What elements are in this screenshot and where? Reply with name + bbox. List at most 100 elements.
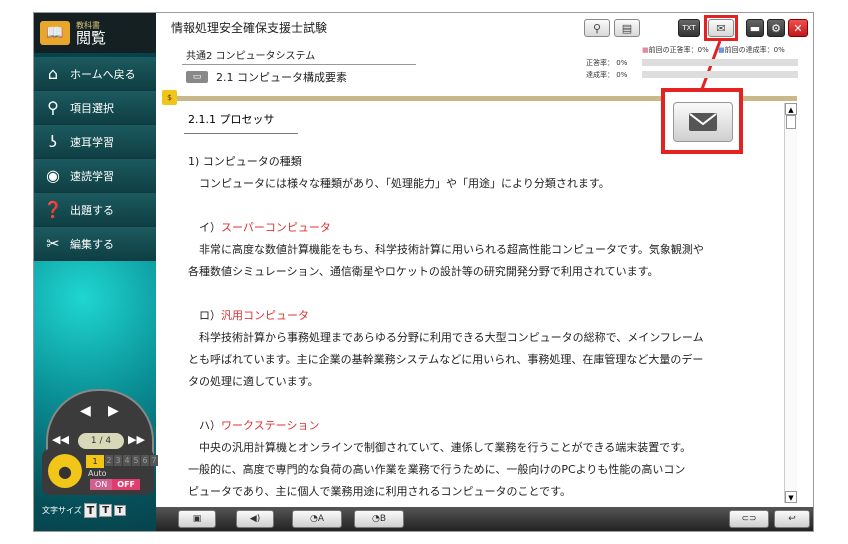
audio-panel: ● 1 2 3 4 5 6 7 Auto ON OFF: [42, 449, 158, 495]
text-line: タの処理に適しています。: [188, 375, 319, 388]
term-b: ロ）汎用コンピュータ: [188, 309, 309, 322]
nav-quiz[interactable]: ❓ 出題する: [34, 193, 156, 227]
txt-icon: TXT: [682, 24, 696, 32]
scroll-thumb[interactable]: [786, 115, 796, 129]
nav-list: ⌂ ホームへ戻る ⚲ 項目選択 ʖ 速耳学習 ◉ 速読学習 ❓ 出題する ✂ 編…: [34, 57, 156, 261]
scroll-up-icon[interactable]: ▲: [785, 103, 797, 115]
nav-label: 出題する: [70, 203, 114, 217]
voice-b-button[interactable]: ◔ B: [354, 510, 404, 528]
text-line: 非常に高度な数値計算機能をもち、科学技術計算に用いられる超高性能コンピュータです…: [188, 243, 704, 256]
text-line: 各種数値シミュレーション、通信衛星やロケットの設計等の研究開発分野で利用されてい…: [188, 265, 659, 278]
auto-toggle[interactable]: ON OFF: [90, 479, 141, 490]
search-button[interactable]: ⚲: [584, 19, 610, 37]
search-select-icon: ⚲: [47, 98, 59, 117]
mail-icon-enlarged: [673, 102, 733, 142]
ear-play-icon[interactable]: ●: [48, 454, 82, 488]
font-large-button[interactable]: T: [83, 503, 98, 518]
sidebar: 📖 教科書 閲覧 ⌂ ホームへ戻る ⚲ 項目選択 ʖ 速耳学習 ◉ 速読学習 ❓…: [34, 13, 158, 531]
term-a: イ）スーパーコンピュータ: [188, 221, 331, 234]
text-line: とも呼ばれています。主に企業の基幹業務システムなどに用いられ、事務処理、在庫管理…: [188, 353, 704, 366]
course-divider: [182, 64, 416, 65]
next-triangle-icon[interactable]: ▶: [108, 403, 119, 419]
voice-a-button[interactable]: ◔ A: [292, 510, 342, 528]
term-a-title[interactable]: スーパーコンピュータ: [221, 221, 331, 234]
speed-3[interactable]: 3: [114, 455, 122, 466]
font-small-button[interactable]: T: [114, 505, 126, 516]
content-scrollbar[interactable]: ▲ ▼: [784, 103, 797, 503]
playback-controller: ◀ ▶ ◀◀ ▶▶ 1 / 4 ● 1 2 3 4 5 6 7 Auto ON …: [42, 385, 158, 521]
text-line: 一般的に、高度で専門的な負荷の高い作業を業務で行うために、一般向けのPCよりも性…: [188, 463, 686, 476]
auto-off[interactable]: OFF: [112, 479, 141, 490]
image-button[interactable]: ▣: [178, 510, 216, 528]
envelope-icon: [689, 113, 717, 131]
section-title: ▭ 2.1 コンピュータ構成要素: [186, 69, 347, 85]
nav-label: 編集する: [70, 237, 114, 251]
home-icon: ⌂: [47, 64, 59, 83]
mail-zoom-callout: [661, 88, 743, 154]
speed-4[interactable]: 4: [123, 455, 131, 466]
eye-icon: ◉: [46, 166, 60, 185]
page-title: 情報処理安全確保支援士試験: [171, 21, 328, 35]
voice-b-icon: ◔: [371, 514, 380, 524]
content-body: 1) コンピュータの種類 コンピュータには様々な種類があり、「処理能力」や「用途…: [188, 151, 788, 503]
nav-home[interactable]: ⌂ ホームへ戻る: [34, 57, 156, 91]
first-page-icon[interactable]: ◀◀: [52, 433, 69, 446]
heading-underline: [184, 133, 298, 134]
auto-on[interactable]: ON: [90, 479, 113, 490]
close-button[interactable]: ✕: [788, 19, 808, 37]
last-page-icon[interactable]: ▶▶: [128, 433, 145, 446]
brand-big: 閲覧: [76, 28, 107, 47]
font-medium-button[interactable]: T: [99, 504, 113, 517]
term-c: ハ）ワークステーション: [188, 419, 320, 432]
folder-button[interactable]: ▬: [746, 19, 764, 37]
achieve-rate: 達成率： 0%: [586, 71, 628, 79]
speed-2[interactable]: 2: [105, 455, 113, 466]
legend-prev-correct: ■前回の正答率：0%: [642, 46, 709, 54]
nav-select-item[interactable]: ⚲ 項目選択: [34, 91, 156, 125]
scissors-icon: ✂: [46, 234, 60, 253]
speed-7[interactable]: 7: [150, 455, 158, 466]
section-label: 2.1 コンピュータ構成要素: [216, 71, 347, 84]
nav-label: 速耳学習: [70, 135, 114, 149]
book-icon: 📖: [40, 21, 70, 45]
correct-rate-bar: [642, 59, 798, 66]
mail-highlight: [704, 15, 738, 41]
back-button[interactable]: ↩: [774, 510, 810, 528]
return-arrow-icon: ↩: [788, 514, 796, 524]
link-button[interactable]: ⊂⊃: [729, 510, 769, 528]
nav-reading[interactable]: ◉ 速読学習: [34, 159, 156, 193]
ear-icon: ʖ: [48, 132, 58, 151]
print-button[interactable]: ▤: [614, 19, 640, 37]
term-b-title[interactable]: 汎用コンピュータ: [221, 309, 309, 322]
text-line: 1) コンピュータの種類: [188, 155, 302, 168]
brand: 📖 教科書 閲覧: [34, 13, 156, 53]
text-line: コンピュータには様々な種類があり、「処理能力」や「用途」により分類されます。: [188, 177, 610, 190]
legend-prev-achieve: ■前回の達成率：0%: [718, 46, 785, 54]
speed-5[interactable]: 5: [132, 455, 140, 466]
search-icon: ⚲: [592, 21, 602, 35]
text-line: 中央の汎用計算機とオンラインで制御されていて、連係して業務を行うことができる端末…: [188, 441, 692, 454]
quiz-icon: ❓: [43, 200, 63, 219]
txt-button[interactable]: TXT: [678, 19, 700, 37]
scroll-down-icon[interactable]: ▼: [785, 491, 797, 503]
nav-label: ホームへ戻る: [70, 67, 136, 81]
course-name: 共通2 コンピュータシステム: [186, 51, 316, 62]
nav-listening[interactable]: ʖ 速耳学習: [34, 125, 156, 159]
font-size-label: 文字サイズ: [42, 506, 82, 515]
bookmark-icon[interactable]: $: [162, 90, 177, 105]
settings-button[interactable]: ⚙: [767, 19, 785, 37]
correct-rate: 正答率： 0%: [586, 59, 628, 67]
audio-button[interactable]: ◀): [236, 510, 274, 528]
speaker-icon: ◀): [249, 514, 261, 524]
page-indicator: 1 / 4: [78, 433, 124, 449]
prev-triangle-icon[interactable]: ◀: [80, 403, 91, 419]
font-size-control: 文字サイズ T T T: [42, 503, 154, 518]
term-c-title[interactable]: ワークステーション: [221, 419, 319, 432]
app-window: 📖 教科書 閲覧 ⌂ ホームへ戻る ⚲ 項目選択 ʖ 速耳学習 ◉ 速読学習 ❓…: [33, 12, 814, 532]
speed-selector: 1 2 3 4 5 6 7: [86, 455, 159, 468]
close-icon: ✕: [793, 21, 803, 35]
speed-1[interactable]: 1: [86, 455, 104, 468]
speed-6[interactable]: 6: [141, 455, 149, 466]
auto-label: Auto: [88, 469, 107, 478]
nav-edit[interactable]: ✂ 編集する: [34, 227, 156, 261]
